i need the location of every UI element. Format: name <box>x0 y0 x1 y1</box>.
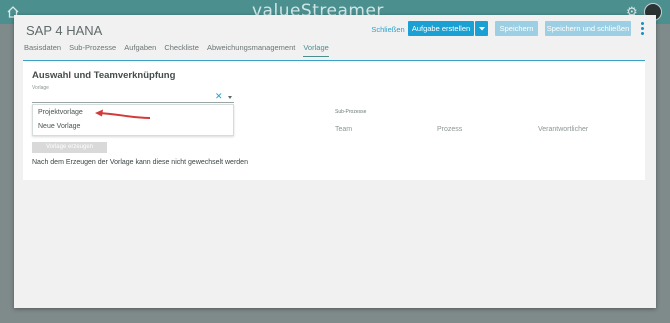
clear-icon[interactable]: ✕ <box>215 91 223 102</box>
tab-abweichungsmanagement[interactable]: Abweichungsmanagement <box>207 43 295 57</box>
tab-bar: Basisdaten Sub-Prozesse Aufgaben Checkli… <box>24 43 337 57</box>
template-note: Nach dem Erzeugen der Vorlage kann diese… <box>32 159 248 166</box>
template-select[interactable]: ✕ <box>32 91 234 103</box>
tab-sub-prozesse[interactable]: Sub-Prozesse <box>69 43 116 57</box>
subprocesses-title: Sub-Prozesse <box>335 109 367 115</box>
chevron-down-icon <box>478 27 485 31</box>
create-task-button[interactable]: Aufgabe erstellen <box>408 21 474 36</box>
tab-basisdaten[interactable]: Basisdaten <box>24 43 61 57</box>
caret-down-icon[interactable] <box>228 96 232 99</box>
process-modal: SAP 4 HANA Schließen Aufgabe erstellen S… <box>14 15 656 308</box>
more-options-icon[interactable] <box>639 21 645 37</box>
close-button[interactable]: Schließen <box>371 22 405 37</box>
template-card: Auswahl und Teamverknüpfung Vorlage ✕ Pr… <box>23 60 645 180</box>
tab-vorlage[interactable]: Vorlage <box>303 43 329 57</box>
create-task-dropdown-button[interactable] <box>475 21 488 36</box>
column-team: Team <box>335 126 353 133</box>
create-template-button[interactable]: Vorlage erzeugen <box>32 142 107 153</box>
column-verantwortlicher: Verantwortlicher <box>538 126 589 133</box>
save-and-close-button[interactable]: Speichern und schließen <box>545 21 631 36</box>
column-prozess: Prozess <box>437 126 463 133</box>
section-title: Auswahl und Teamverknüpfung <box>32 70 176 81</box>
tab-checkliste[interactable]: Checkliste <box>164 43 199 57</box>
modal-title: SAP 4 HANA <box>26 23 103 38</box>
annotation-arrow-icon <box>95 109 151 119</box>
option-neue-vorlage[interactable]: Neue Vorlage <box>38 123 80 130</box>
tab-aufgaben[interactable]: Aufgaben <box>124 43 156 57</box>
option-projektvorlage[interactable]: Projektvorlage <box>38 109 83 116</box>
template-field-label: Vorlage <box>32 85 49 91</box>
save-button[interactable]: Speichern <box>495 21 538 36</box>
